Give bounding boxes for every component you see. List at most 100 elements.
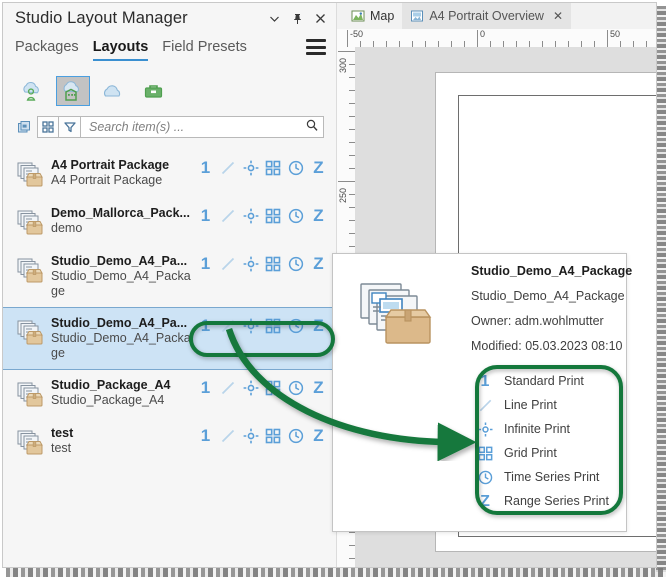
grid-print-icon[interactable] [263,254,284,274]
standard-print-icon[interactable]: 1 [195,254,216,274]
horizontal-ruler: -50 0 50 [337,29,656,48]
tab-layouts[interactable]: Layouts [92,39,149,61]
range-series-print-icon[interactable]: Z [308,254,329,274]
list-item[interactable]: Demo_Mallorca_Pack... demo 1 Z [3,198,335,246]
chevron-down-icon[interactable] [267,11,282,26]
list-item[interactable]: A4 Portrait Package A4 Portrait Package 1 Z [3,150,335,198]
infinite-print-icon[interactable] [240,206,261,226]
my-content-cloud-icon[interactable] [15,76,49,106]
filter-funnel-icon[interactable] [59,116,81,138]
hamburger-menu-icon[interactable] [306,39,326,55]
range-series-print-icon[interactable]: Z [308,158,329,178]
ruler-label: 0 [480,29,486,39]
legend-item: Z Range Series Print [475,489,609,513]
tab-a4-portrait-overview[interactable]: A4 Portrait Overview ✕ [402,3,572,29]
list-item-title: A4 Portrait Package [51,158,170,172]
range-series-print-icon[interactable]: Z [308,378,329,398]
time-series-print-icon[interactable] [285,426,306,446]
tab-packages[interactable]: Packages [15,39,79,59]
list-item[interactable]: Studio_Demo_A4_Pa... Studio_Demo_A4_Packa… [3,307,335,370]
list-item-text: Demo_Mallorca_Pack... demo [51,206,195,236]
line-print-icon[interactable] [218,206,239,226]
infinite-print-icon[interactable] [240,254,261,274]
standard-print-icon[interactable]: 1 [195,158,216,178]
search-input-wrapper[interactable] [80,116,324,138]
ruler-tick [607,30,608,47]
infinite-print-icon[interactable] [240,316,261,336]
package-stack-icon [15,256,45,286]
layout-icon [410,9,424,23]
pin-icon[interactable] [290,11,305,26]
panel-title-buttons [267,11,328,26]
list-item-title: Studio_Package_A4 [51,378,171,392]
time-series-print-icon[interactable] [285,158,306,178]
popup-header: Studio_Demo_A4_Package Studio_Demo_A4_Pa… [471,264,633,364]
tab-map[interactable]: Map [343,3,402,29]
list-item[interactable]: Studio_Package_A4 Studio_Package_A4 1 Z [3,370,335,418]
popup-title: Studio_Demo_A4_Package [471,264,633,278]
line-print-icon[interactable] [218,254,239,274]
time-series-print-icon[interactable] [285,206,306,226]
infinite-print-icon[interactable] [240,426,261,446]
tab-field-presets[interactable]: Field Presets [162,39,247,59]
layout-package-list[interactable]: A4 Portrait Package A4 Portrait Package 1 Z… [3,150,335,567]
list-item-subtitle: Studio_Package_A4 [51,393,165,407]
all-cloud-icon[interactable] [97,76,131,106]
grid-print-icon[interactable] [263,316,284,336]
list-item-title: Demo_Mallorca_Pack... [51,206,190,220]
legend-item-label: Line Print [504,398,557,412]
standard-print-icon[interactable]: 1 [195,316,216,336]
infinite-print-icon[interactable] [240,378,261,398]
popup-modified: Modified: 05.03.2023 08:10 [471,339,623,353]
ruler-tick [347,30,348,47]
list-item-print-type-buttons: 1Z [195,426,329,446]
time-series-print-icon[interactable] [285,378,306,398]
search-input[interactable] [87,119,305,135]
list-item-subtitle: A4 Portrait Package [51,173,163,187]
grid-view-icon[interactable] [37,116,59,138]
time-series-print-icon[interactable] [285,316,306,336]
list-item-text: test test [51,426,195,456]
standard-print-icon: 1 [480,372,490,390]
application-window: Studio Layout Manager Packages Layouts F… [2,2,657,568]
standard-print-icon[interactable]: 1 [195,206,216,226]
package-stack-icon [353,276,439,354]
grid-print-icon[interactable] [263,426,284,446]
list-item[interactable]: Studio_Demo_A4_Pa... Studio_Demo_A4_Packa… [3,246,335,307]
legend-item: 1 Standard Print [475,369,609,393]
legend-item: Infinite Print [475,417,609,441]
standard-print-icon[interactable]: 1 [195,426,216,446]
line-print-icon[interactable] [218,316,239,336]
legend-item-label: Grid Print [504,446,557,460]
legend-item-label: Time Series Print [504,470,600,484]
grid-print-icon[interactable] [263,378,284,398]
grid-print-icon[interactable] [263,206,284,226]
list-item-text: Studio_Demo_A4_Pa... Studio_Demo_A4_Packa… [51,316,195,361]
close-icon[interactable]: ✕ [553,9,563,23]
line-print-icon[interactable] [218,158,239,178]
search-icon[interactable] [305,118,319,137]
organization-cloud-icon[interactable] [56,76,90,106]
copy-icon[interactable] [13,116,35,138]
list-item-print-type-buttons: 1Z [195,254,329,274]
range-series-print-icon[interactable]: Z [308,206,329,226]
line-print-icon[interactable] [218,426,239,446]
line-print-icon[interactable] [218,378,239,398]
tab-map-label: Map [370,9,395,23]
panel-tab-strip: Packages Layouts Field Presets [3,39,336,69]
torn-edge-right [656,6,666,572]
panel-title-bar: Studio Layout Manager [3,3,336,39]
range-series-print-icon[interactable]: Z [308,426,329,446]
legend-item: Time Series Print [475,465,609,489]
infinite-print-icon [475,419,495,439]
close-icon[interactable] [313,11,328,26]
portfolio-briefcase-icon[interactable] [138,76,172,106]
range-series-print-icon[interactable]: Z [308,316,329,336]
grid-print-icon[interactable] [263,158,284,178]
time-series-print-icon[interactable] [285,254,306,274]
list-item[interactable]: test test 1 Z [3,418,335,466]
ruler-label: 300 [338,57,348,73]
line-print-icon [475,395,495,415]
standard-print-icon[interactable]: 1 [195,378,216,398]
infinite-print-icon[interactable] [240,158,261,178]
